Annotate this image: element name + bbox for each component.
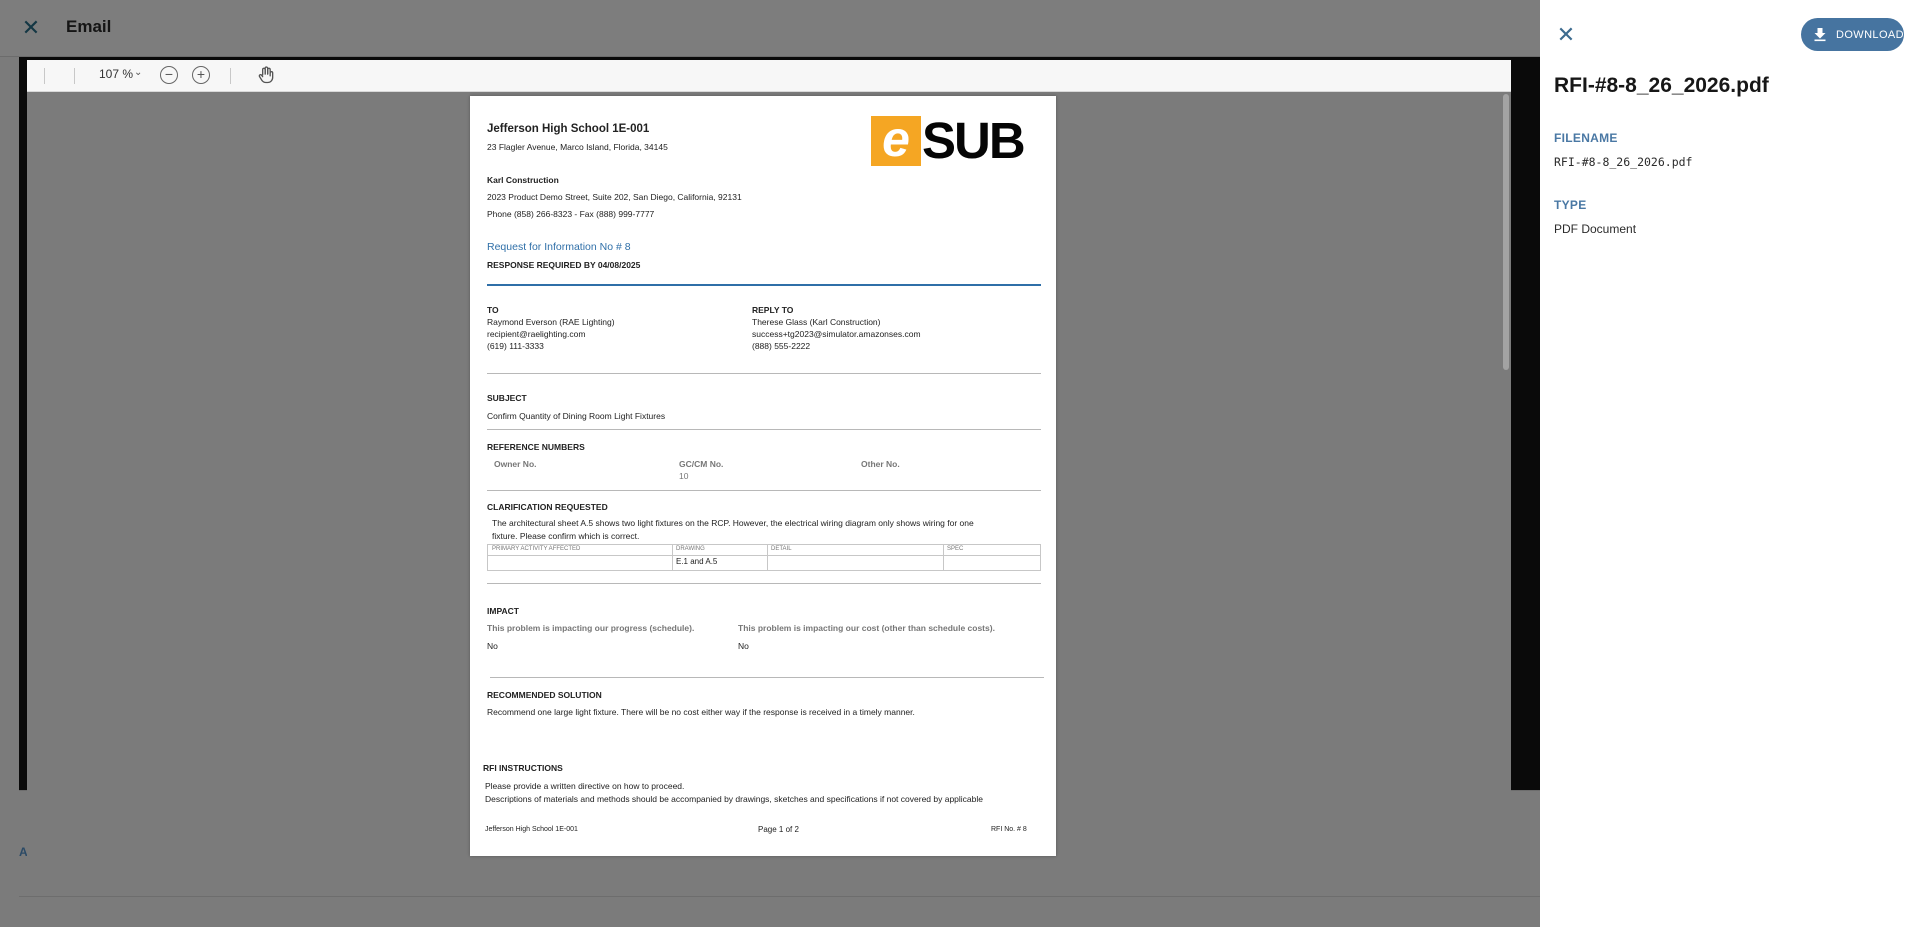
doc-company-phone: Phone (858) 266-8323 - Fax (888) 999-777… bbox=[487, 209, 655, 219]
doc-clarification-line: The architectural sheet A.5 shows two li… bbox=[492, 518, 974, 528]
doc-subject: Confirm Quantity of Dining Room Light Fi… bbox=[487, 411, 666, 421]
table-cell-drawing: E.1 and A.5 bbox=[676, 557, 718, 566]
esub-logo: e SUB bbox=[871, 112, 1036, 169]
doc-school-name: Jefferson High School 1E-001 bbox=[487, 123, 650, 135]
hand-pan-icon[interactable] bbox=[256, 65, 276, 85]
doc-school-address: 23 Flagler Avenue, Marco Island, Florida… bbox=[487, 142, 668, 152]
doc-gc-no-value: 10 bbox=[679, 471, 689, 481]
viewer-toolbar: 107 % ⌄ − + bbox=[27, 60, 1511, 92]
doc-affected-table: PRIMARY ACTIVITY AFFECTED DRAWING DETAIL… bbox=[487, 544, 1041, 571]
divider bbox=[487, 490, 1041, 491]
doc-gc-no-label: GC/CM No. bbox=[679, 459, 724, 469]
doc-instructions-line: Please provide a written directive on ho… bbox=[485, 781, 685, 791]
download-button[interactable]: DOWNLOAD bbox=[1801, 18, 1904, 51]
doc-clarification-line: fixture. Please confirm which is correct… bbox=[492, 531, 640, 541]
toolbar-divider bbox=[230, 68, 231, 84]
filename-value: RFI-#8-8_26_2026.pdf bbox=[1554, 155, 1693, 169]
doc-impact-schedule-question: This problem is impacting our progress (… bbox=[487, 623, 695, 633]
table-header-spec: SPEC bbox=[947, 546, 964, 552]
toolbar-divider bbox=[44, 68, 45, 84]
doc-reply-phone: (888) 555-2222 bbox=[752, 341, 811, 351]
doc-footer-page: Page 1 of 2 bbox=[758, 825, 799, 834]
chevron-down-icon[interactable]: ⌄ bbox=[134, 67, 142, 78]
divider bbox=[487, 373, 1041, 374]
doc-owner-no-label: Owner No. bbox=[494, 459, 537, 469]
pdf-page: Jefferson High School 1E-001 23 Flagler … bbox=[470, 96, 1056, 856]
download-icon bbox=[1814, 28, 1826, 42]
table-header-primary: PRIMARY ACTIVITY AFFECTED bbox=[492, 546, 581, 552]
doc-company-name: Karl Construction bbox=[487, 175, 559, 185]
table-header-drawing: DRAWING bbox=[676, 546, 705, 552]
doc-footer-left: Jefferson High School 1E-001 bbox=[485, 826, 578, 833]
doc-reply-email: success+tg2023@simulator.amazonses.com bbox=[752, 329, 921, 339]
close-icon[interactable]: ✕ bbox=[1554, 23, 1578, 47]
doc-response-required: RESPONSE REQUIRED BY 04/08/2025 bbox=[487, 260, 641, 270]
zoom-out-icon[interactable]: − bbox=[160, 66, 178, 84]
doc-clarification-label: CLARIFICATION REQUESTED bbox=[487, 502, 608, 512]
doc-impact-cost-question: This problem is impacting our cost (othe… bbox=[738, 623, 995, 633]
email-title: Email bbox=[66, 17, 112, 36]
divider bbox=[487, 583, 1041, 584]
logo-e-mark: e bbox=[871, 114, 921, 166]
pdf-viewer: 107 % ⌄ − + Jefferson High School 1E-001… bbox=[27, 60, 1511, 866]
divider bbox=[19, 896, 1540, 897]
doc-solution-label: RECOMMENDED SOLUTION bbox=[487, 690, 602, 700]
download-label: DOWNLOAD bbox=[1836, 29, 1904, 41]
zoom-in-icon[interactable]: + bbox=[192, 66, 210, 84]
doc-impact-schedule-answer: No bbox=[487, 641, 498, 651]
email-header: ✕ Email bbox=[0, 0, 1540, 57]
doc-instructions-line: Descriptions of materials and methods sh… bbox=[485, 794, 983, 804]
doc-to-label: TO bbox=[487, 305, 499, 315]
doc-to-name: Raymond Everson (RAE Lighting) bbox=[487, 317, 615, 327]
type-label: TYPE bbox=[1554, 198, 1587, 212]
doc-to-email: recipient@raelighting.com bbox=[487, 329, 586, 339]
doc-footer-right: RFI No. # 8 bbox=[991, 826, 1027, 833]
type-value: PDF Document bbox=[1554, 222, 1637, 236]
filename-label: FILENAME bbox=[1554, 131, 1618, 145]
toolbar-divider bbox=[74, 68, 75, 84]
table-header-detail: DETAIL bbox=[771, 546, 792, 552]
file-details-panel: ✕ DOWNLOAD RFI-#8-8_26_2026.pdf FILENAME… bbox=[1540, 0, 1918, 927]
doc-other-no-label: Other No. bbox=[861, 459, 900, 469]
doc-impact-label: IMPACT bbox=[487, 606, 519, 616]
divider bbox=[487, 429, 1041, 430]
logo-wordmark: SUB bbox=[922, 112, 1026, 169]
close-icon[interactable]: ✕ bbox=[20, 17, 42, 39]
zoom-level-select[interactable]: 107 % bbox=[99, 67, 133, 81]
doc-ref-label: REFERENCE NUMBERS bbox=[487, 442, 585, 452]
doc-to-phone: (619) 111-3333 bbox=[487, 341, 544, 351]
doc-subject-label: SUBJECT bbox=[487, 393, 527, 403]
viewer-scrollbar[interactable] bbox=[1503, 94, 1509, 370]
doc-rfi-title: Request for Information No # 8 bbox=[487, 241, 631, 253]
doc-company-address: 2023 Product Demo Street, Suite 202, San… bbox=[487, 192, 742, 202]
doc-impact-cost-answer: No bbox=[738, 641, 749, 651]
divider bbox=[487, 284, 1041, 286]
doc-solution: Recommend one large light fixture. There… bbox=[487, 707, 915, 717]
doc-reply-label: REPLY TO bbox=[752, 305, 794, 315]
doc-instructions-label: RFI INSTRUCTIONS bbox=[483, 763, 563, 773]
doc-reply-name: Therese Glass (Karl Construction) bbox=[752, 317, 881, 327]
file-title: RFI-#8-8_26_2026.pdf bbox=[1554, 74, 1769, 97]
divider bbox=[490, 677, 1044, 678]
